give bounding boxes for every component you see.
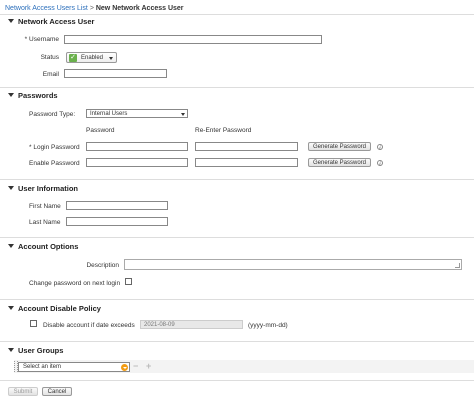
login-password-input[interactable]: [86, 142, 188, 151]
divider: [0, 14, 474, 15]
info-icon[interactable]: i: [377, 160, 383, 166]
first-name-label: First Name: [29, 203, 61, 210]
disable-account-checkbox[interactable]: [30, 320, 37, 327]
breadcrumb-separator: >: [89, 5, 94, 12]
first-name-input[interactable]: [66, 201, 168, 210]
remove-group-icon[interactable]: −: [133, 362, 138, 371]
enable-password-reenter-input[interactable]: [195, 158, 298, 167]
divider: [0, 380, 474, 381]
password-type-label: Password Type:: [29, 111, 76, 118]
username-label: * Username: [24, 36, 59, 43]
section-user-groups[interactable]: User Groups: [8, 346, 63, 355]
section-title: Account Disable Policy: [18, 304, 101, 313]
divider: [0, 179, 474, 180]
status-select[interactable]: ✓ Enabled: [66, 52, 117, 63]
section-passwords[interactable]: Passwords: [8, 91, 58, 100]
change-password-label: Change password on next login: [29, 280, 121, 287]
section-title: Account Options: [18, 242, 79, 251]
password-column-header: Password: [86, 127, 115, 134]
generate-enable-password-button[interactable]: Generate Password: [308, 158, 371, 167]
resize-handle-icon[interactable]: [455, 263, 460, 268]
username-input[interactable]: [64, 35, 322, 44]
login-password-reenter-input[interactable]: [195, 142, 298, 151]
status-label: Status: [40, 54, 59, 61]
divider: [0, 341, 474, 342]
info-icon[interactable]: i: [377, 144, 383, 150]
divider: [0, 237, 474, 238]
divider: [0, 299, 474, 300]
breadcrumb-parent-link[interactable]: Network Access Users List: [5, 5, 88, 12]
divider: [0, 87, 474, 88]
login-password-label: * Login Password: [29, 144, 80, 151]
date-format-hint: (yyyy-mm-dd): [248, 322, 288, 329]
last-name-label: Last Name: [29, 219, 61, 226]
check-icon: ✓: [69, 54, 77, 62]
description-label: Description: [86, 262, 119, 269]
password-type-value: Internal Users: [90, 111, 128, 117]
change-password-checkbox[interactable]: [125, 278, 132, 285]
email-input[interactable]: [64, 69, 167, 78]
section-title: Network Access User: [18, 17, 95, 26]
email-label: Email: [42, 71, 59, 78]
breadcrumb-current: New Network Access User: [95, 5, 184, 12]
collapse-caret-icon: [8, 93, 14, 97]
dropdown-arrow-icon: [121, 364, 128, 371]
enable-password-label: Enable Password: [29, 160, 80, 167]
password-type-select[interactable]: Internal Users: [86, 109, 188, 118]
breadcrumb: Network Access Users List > New Network …: [5, 5, 184, 12]
disable-account-label: Disable account if date exceeds: [43, 322, 135, 329]
generate-login-password-button[interactable]: Generate Password: [308, 142, 371, 151]
last-name-input[interactable]: [66, 217, 168, 226]
disable-date-input: 2021-08-09: [140, 320, 243, 329]
user-group-value: Select an item: [23, 364, 62, 370]
section-title: User Groups: [18, 346, 64, 355]
collapse-caret-icon: [8, 19, 14, 23]
cancel-button[interactable]: Cancel: [42, 387, 72, 396]
enable-password-input[interactable]: [86, 158, 188, 167]
reenter-password-column-header: Re-Enter Password: [195, 127, 252, 134]
chevron-down-icon: [181, 113, 185, 116]
section-user-information[interactable]: User Information: [8, 184, 78, 193]
section-title: User Information: [18, 184, 79, 193]
collapse-caret-icon: [8, 186, 14, 190]
collapse-caret-icon: [8, 244, 14, 248]
status-value: Enabled: [81, 55, 104, 61]
collapse-caret-icon: [8, 306, 14, 310]
section-title: Passwords: [18, 91, 58, 100]
section-account-options[interactable]: Account Options: [8, 242, 78, 251]
add-group-icon[interactable]: +: [146, 362, 151, 371]
description-textarea[interactable]: [124, 259, 462, 270]
user-group-select[interactable]: Select an item: [18, 362, 130, 372]
collapse-caret-icon: [8, 348, 14, 352]
section-account-disable-policy[interactable]: Account Disable Policy: [8, 304, 101, 313]
chevron-down-icon: [109, 57, 113, 60]
submit-button[interactable]: Submit: [8, 387, 38, 396]
section-network-access-user[interactable]: Network Access User: [8, 17, 94, 26]
